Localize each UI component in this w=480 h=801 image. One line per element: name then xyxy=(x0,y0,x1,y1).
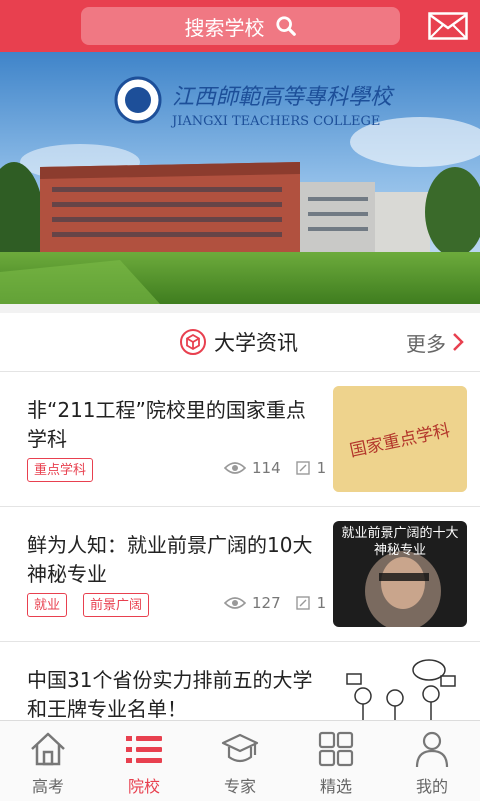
tab-label: 我的 xyxy=(415,777,448,796)
grid-icon xyxy=(318,731,354,767)
mail-icon[interactable] xyxy=(428,12,468,40)
comment-count: 1 xyxy=(316,594,327,612)
news-thumbnail: 就业前景广阔的十大神秘专业 xyxy=(333,521,467,627)
news-tag: 就业 xyxy=(27,593,68,617)
tab-me[interactable]: 我的 xyxy=(384,721,480,801)
news-tag: 重点学科 xyxy=(27,458,94,482)
school-name-cn: 江西師範高等專科學校 xyxy=(172,85,395,110)
news-title: 中国31个省份实力排前五的大学和王牌专业名单！ xyxy=(27,668,313,721)
tab-label: 专家 xyxy=(223,777,256,796)
news-item[interactable]: 中国31个省份实力排前五的大学和王牌专业名单！ xyxy=(0,642,480,721)
news-tag: 前景广阔 xyxy=(83,593,150,617)
news-section-header: 大学资讯 更多 xyxy=(0,313,480,372)
school-name-en: JIANGXI TEACHERS COLLEGE xyxy=(170,114,380,129)
news-title: 鲜为人知：就业前景广阔的10大神秘专业 xyxy=(27,533,313,586)
top-bar: 搜索学校 xyxy=(0,0,480,52)
cube-icon xyxy=(180,329,206,355)
news-item[interactable]: 非“211工程”院校里的国家重点学科 重点学科 114 1 国家重点学科 xyxy=(0,372,480,507)
chevron-right-icon xyxy=(453,333,464,351)
view-count: 114 xyxy=(252,459,281,477)
list-icon xyxy=(126,736,162,763)
search-label: 搜索学校 xyxy=(184,15,265,40)
section-title: 大学资讯 xyxy=(214,331,298,355)
comment-icon xyxy=(295,596,310,610)
user-icon xyxy=(415,731,449,768)
view-count: 127 xyxy=(252,594,281,612)
news-thumbnail: 国家重点学科 xyxy=(333,386,467,492)
eye-icon xyxy=(224,462,246,474)
news-title: 非“211工程”院校里的国家重点学科 xyxy=(27,398,306,451)
bottom-tab-bar: 高考 院校 专家 精选 我的 xyxy=(0,720,480,801)
more-label: 更多 xyxy=(406,331,446,356)
search-icon xyxy=(275,16,296,36)
tab-experts[interactable]: 专家 xyxy=(192,721,288,801)
campus-image: 江西師範高等專科學校 JIANGXI TEACHERS COLLEGE xyxy=(0,52,480,304)
graduation-cap-icon xyxy=(221,733,259,763)
tab-label: 高考 xyxy=(31,777,64,796)
tab-schools[interactable]: 院校 xyxy=(96,721,192,801)
search-button[interactable]: 搜索学校 xyxy=(81,7,400,45)
tab-gaokao[interactable]: 高考 xyxy=(0,721,96,801)
news-item[interactable]: 鲜为人知：就业前景广阔的10大神秘专业 就业 前景广阔 127 1 就业前景广阔… xyxy=(0,507,480,642)
comment-count: 1 xyxy=(316,459,327,477)
news-thumbnail xyxy=(333,656,467,720)
home-icon xyxy=(31,732,65,766)
tab-label: 精选 xyxy=(319,777,352,796)
school-banner[interactable]: 江西師範高等專科學校 JIANGXI TEACHERS COLLEGE xyxy=(0,52,480,304)
eye-icon xyxy=(224,597,246,609)
more-link[interactable]: 更多 xyxy=(406,313,464,371)
comment-icon xyxy=(295,461,310,475)
tab-label: 院校 xyxy=(127,777,160,796)
tab-featured[interactable]: 精选 xyxy=(288,721,384,801)
